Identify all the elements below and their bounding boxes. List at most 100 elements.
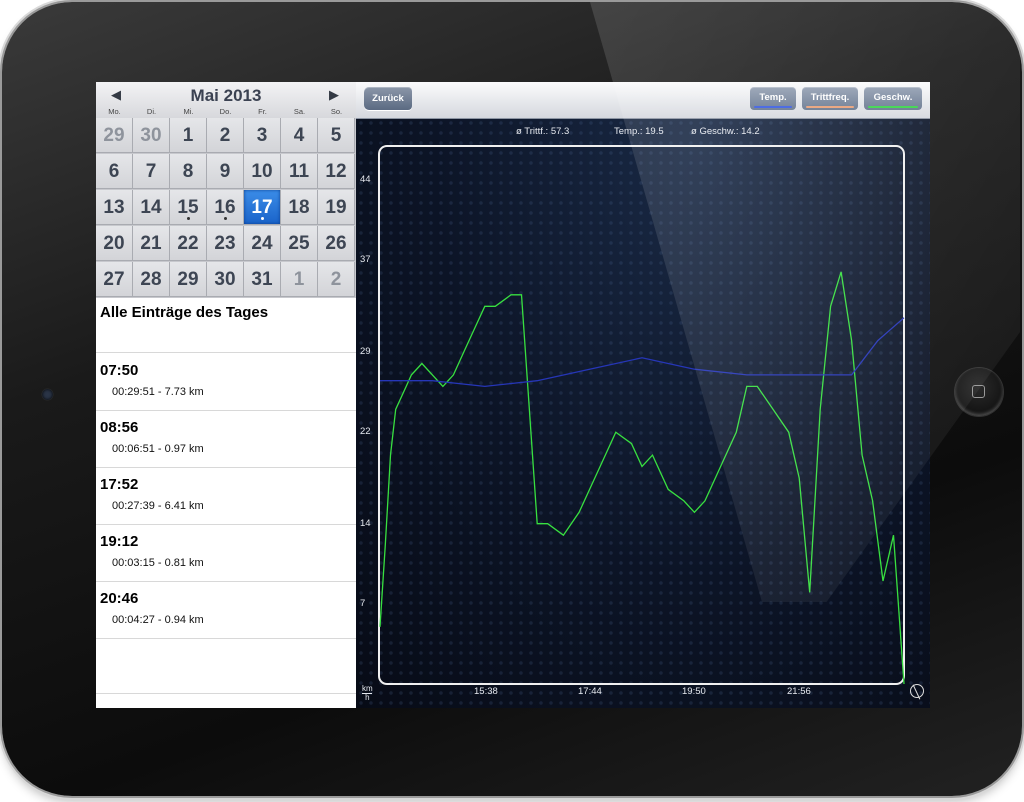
calendar-day[interactable]: 3: [244, 118, 281, 153]
calendar-day[interactable]: 4: [281, 118, 318, 153]
weekday-label: Fr.: [258, 107, 267, 116]
day-number: 30: [140, 125, 162, 146]
calendar-day[interactable]: 6: [96, 154, 133, 189]
day-number: 31: [251, 269, 273, 290]
day-number: 18: [288, 197, 310, 218]
camera-icon: [42, 389, 53, 400]
day-number: 24: [251, 233, 273, 254]
home-button[interactable]: [955, 368, 1003, 416]
day-number: 1: [293, 269, 305, 290]
entries-header: Alle Einträge des Tages: [96, 298, 356, 353]
entry-time: 20:46: [100, 590, 139, 607]
x-tick-label: 17:44: [578, 686, 602, 697]
event-dot-icon: [261, 217, 264, 220]
day-number: 19: [325, 197, 347, 218]
calendar-day[interactable]: 25: [281, 226, 318, 261]
y-tick-label: 29: [360, 346, 371, 358]
calendar-day[interactable]: 14: [133, 190, 170, 225]
entries-header-label: Alle Einträge des Tages: [100, 304, 269, 321]
entry-row[interactable]: 20:46 00:04:27 - 0.94 km: [96, 582, 356, 639]
entry-detail: 00:06:51 - 0.97 km: [112, 443, 204, 455]
calendar-day[interactable]: 15: [170, 190, 207, 225]
day-number: 25: [288, 233, 310, 254]
calendar-day[interactable]: 24: [244, 226, 281, 261]
weekday-label: So.: [330, 107, 343, 116]
empty-row: [96, 637, 356, 694]
calendar-day[interactable]: 27: [96, 262, 133, 297]
calendar-day[interactable]: 7: [133, 154, 170, 189]
calendar-day[interactable]: 21: [133, 226, 170, 261]
chart-panel: Zurück Temp. Trittfreq. Geschw. ø Trittf…: [356, 82, 930, 708]
day-number: 16: [214, 197, 236, 218]
calendar-day[interactable]: 11: [281, 154, 318, 189]
weekday-label: Sa.: [293, 107, 306, 116]
calendar-day[interactable]: 31: [244, 262, 281, 297]
y-tick-label: 44: [360, 174, 371, 186]
calendar-day[interactable]: 8: [170, 154, 207, 189]
calendar-day[interactable]: 29: [170, 262, 207, 297]
chart-frame: [378, 145, 905, 685]
entry-row[interactable]: 08:56 00:06:51 - 0.97 km: [96, 411, 356, 468]
day-number: 9: [219, 161, 231, 182]
y-tick-label: 37: [360, 254, 371, 266]
day-number: 28: [140, 269, 162, 290]
calendar-day[interactable]: 20: [96, 226, 133, 261]
weekday-label: Do.: [219, 107, 232, 116]
calendar-day[interactable]: 26: [318, 226, 355, 261]
entry-row[interactable]: 07:50 00:29:51 - 7.73 km: [96, 354, 356, 411]
calendar-day[interactable]: 10: [244, 154, 281, 189]
calendar-day[interactable]: 22: [170, 226, 207, 261]
unit-top: km: [362, 684, 373, 693]
unit-bottom: h: [365, 693, 370, 702]
entry-row[interactable]: 17:52 00:27:39 - 6.41 km: [96, 468, 356, 525]
day-number: 26: [325, 233, 347, 254]
calendar-day[interactable]: 2: [318, 262, 355, 297]
day-number: 8: [182, 161, 194, 182]
day-number: 29: [103, 125, 125, 146]
entry-time: 17:52: [100, 476, 139, 493]
entry-row[interactable]: 19:12 00:03:15 - 0.81 km: [96, 525, 356, 582]
calendar-day[interactable]: 1: [170, 118, 207, 153]
day-number: 6: [108, 161, 120, 182]
day-number: 22: [177, 233, 199, 254]
day-number: 1: [182, 125, 194, 146]
y-tick-label: 14: [360, 517, 371, 529]
calendar-day[interactable]: 13: [96, 190, 133, 225]
day-number: 4: [293, 125, 305, 146]
day-number: 13: [103, 197, 125, 218]
calendar-day[interactable]: 18: [281, 190, 318, 225]
entry-detail: 00:03:15 - 0.81 km: [112, 557, 204, 569]
speed-chart: [378, 145, 905, 685]
left-panel: ◀ Mai 2013 ▶ Mo. Di. Mi. Do. Fr. Sa. So. 29 30 1…: [96, 82, 356, 708]
calendar-day[interactable]: 23: [207, 226, 244, 261]
day-number: 23: [214, 233, 236, 254]
calendar-day[interactable]: 28: [133, 262, 170, 297]
day-number: 7: [145, 161, 157, 182]
calendar-day[interactable]: 12: [318, 154, 355, 189]
calendar-day[interactable]: 29: [96, 118, 133, 153]
day-number: 21: [140, 233, 162, 254]
calendar-day[interactable]: 30: [133, 118, 170, 153]
day-number: 10: [251, 161, 273, 182]
settings-icon[interactable]: [910, 684, 924, 698]
next-month-icon[interactable]: ▶: [329, 87, 339, 103]
calendar-grid: 29 30 1 2 3 4 5 6 7 8 9 10 11 12 13 14 15 16 17 18 19 20 21 22 2…: [96, 118, 356, 298]
weekday-label: Mi.: [183, 107, 194, 116]
entry-detail: 00:29:51 - 7.73 km: [112, 386, 204, 398]
calendar-day-selected[interactable]: 17: [244, 190, 281, 225]
entry-detail: 00:27:39 - 6.41 km: [112, 500, 204, 512]
y-tick-label: 7: [360, 597, 366, 609]
calendar-day[interactable]: 5: [318, 118, 355, 153]
entry-time: 08:56: [100, 419, 139, 436]
calendar-day[interactable]: 16: [207, 190, 244, 225]
calendar-day[interactable]: 9: [207, 154, 244, 189]
day-number: 12: [325, 161, 347, 182]
day-number: 2: [330, 269, 342, 290]
calendar-day[interactable]: 1: [281, 262, 318, 297]
weekday-label: Mo.: [108, 107, 121, 116]
calendar-day[interactable]: 19: [318, 190, 355, 225]
day-number: 2: [219, 125, 231, 146]
event-dot-icon: [224, 217, 227, 220]
calendar-day[interactable]: 30: [207, 262, 244, 297]
calendar-day[interactable]: 2: [207, 118, 244, 153]
